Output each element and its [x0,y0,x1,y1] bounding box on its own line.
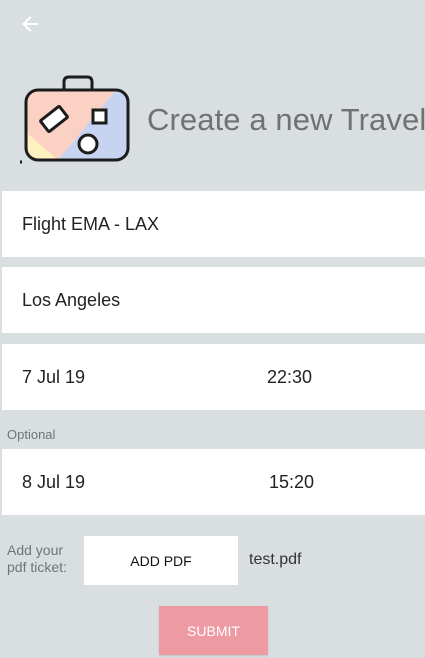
return-date-picker[interactable]: 8 Jul 19 [22,449,85,515]
pdf-ticket-label: Add your pdf ticket: [7,542,67,575]
departure-date-picker[interactable]: 7 Jul 19 [22,344,85,410]
flight-name-field[interactable]: Flight EMA - LAX [2,191,425,257]
departure-row: 7 Jul 19 22:30 [2,344,425,410]
departure-time-picker[interactable]: 22:30 [267,344,312,410]
add-pdf-button[interactable]: ADD PDF [84,536,238,585]
pdf-file-name: test.pdf [249,551,302,568]
flight-name-value: Flight EMA - LAX [22,214,160,234]
back-button[interactable] [12,8,48,44]
suitcase-icon [14,74,132,171]
destination-value: Los Angeles [22,290,121,310]
return-time-picker[interactable]: 15:20 [269,449,314,515]
optional-label: Optional [7,427,56,442]
arrow-left-icon [20,14,40,39]
return-row: 8 Jul 19 15:20 [2,449,425,515]
page-header: Create a new Travel [0,72,425,168]
page-title: Create a new Travel [147,102,425,137]
submit-button[interactable]: SUBMIT [159,606,268,655]
destination-field[interactable]: Los Angeles [2,267,425,333]
